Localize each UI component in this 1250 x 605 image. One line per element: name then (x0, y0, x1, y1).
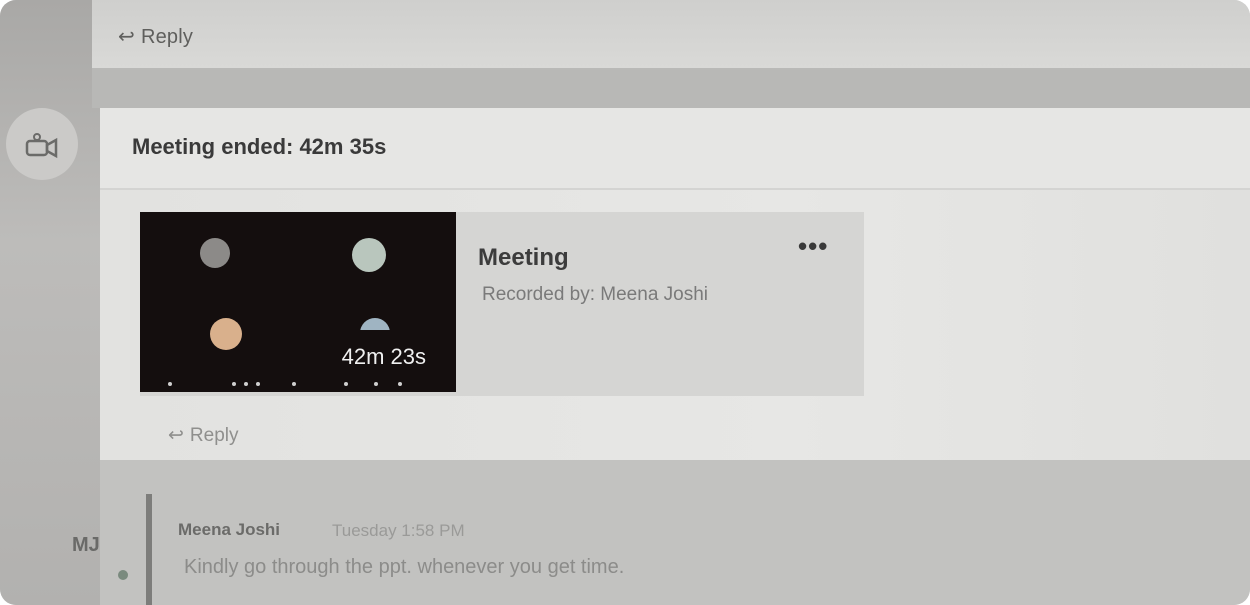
recorded-by-text: Recorded by: Meena Joshi (482, 284, 709, 305)
recording-thumbnail[interactable]: 42m 23s (140, 212, 456, 392)
reply-button[interactable]: ↩ Reply (118, 24, 193, 49)
more-options-button[interactable]: ••• (798, 233, 838, 260)
meeting-camera-icon (25, 133, 58, 159)
reply-arrow-icon: ↩ (118, 26, 135, 48)
meeting-card-header: Meeting ended: 42m 35s (100, 108, 1250, 190)
participant-avatar (352, 238, 386, 272)
presence-status-icon (118, 570, 128, 580)
recording-duration: 42m 23s (341, 344, 426, 369)
reply-arrow-icon: ↩ (168, 425, 184, 446)
chat-window: ↩ Reply Meeting ended: 42m 35s 42m 23s Me… (0, 0, 1250, 605)
recording-title[interactable]: Meeting (478, 244, 569, 272)
message-timestamp: Tuesday 1:58 PM (332, 521, 465, 540)
reply-label: Reply (189, 425, 239, 446)
message-text: Kindly go through the ppt. whenever you … (184, 556, 625, 578)
message-separator (92, 70, 1250, 108)
left-rail (0, 0, 100, 605)
participant-avatar (200, 238, 230, 268)
meeting-ended-text: Meeting ended: 42m 35s (132, 134, 387, 159)
reply-label: Reply (140, 26, 194, 48)
previous-message-footer (92, 0, 1250, 70)
thread-indicator (146, 494, 152, 605)
meeting-reply-button[interactable]: ↩ Reply (168, 424, 239, 447)
avatar[interactable]: MJ (72, 534, 100, 557)
thumbnail-controls (140, 380, 456, 386)
participant-avatar (210, 318, 242, 350)
message-author[interactable]: Meena Joshi (178, 520, 280, 540)
